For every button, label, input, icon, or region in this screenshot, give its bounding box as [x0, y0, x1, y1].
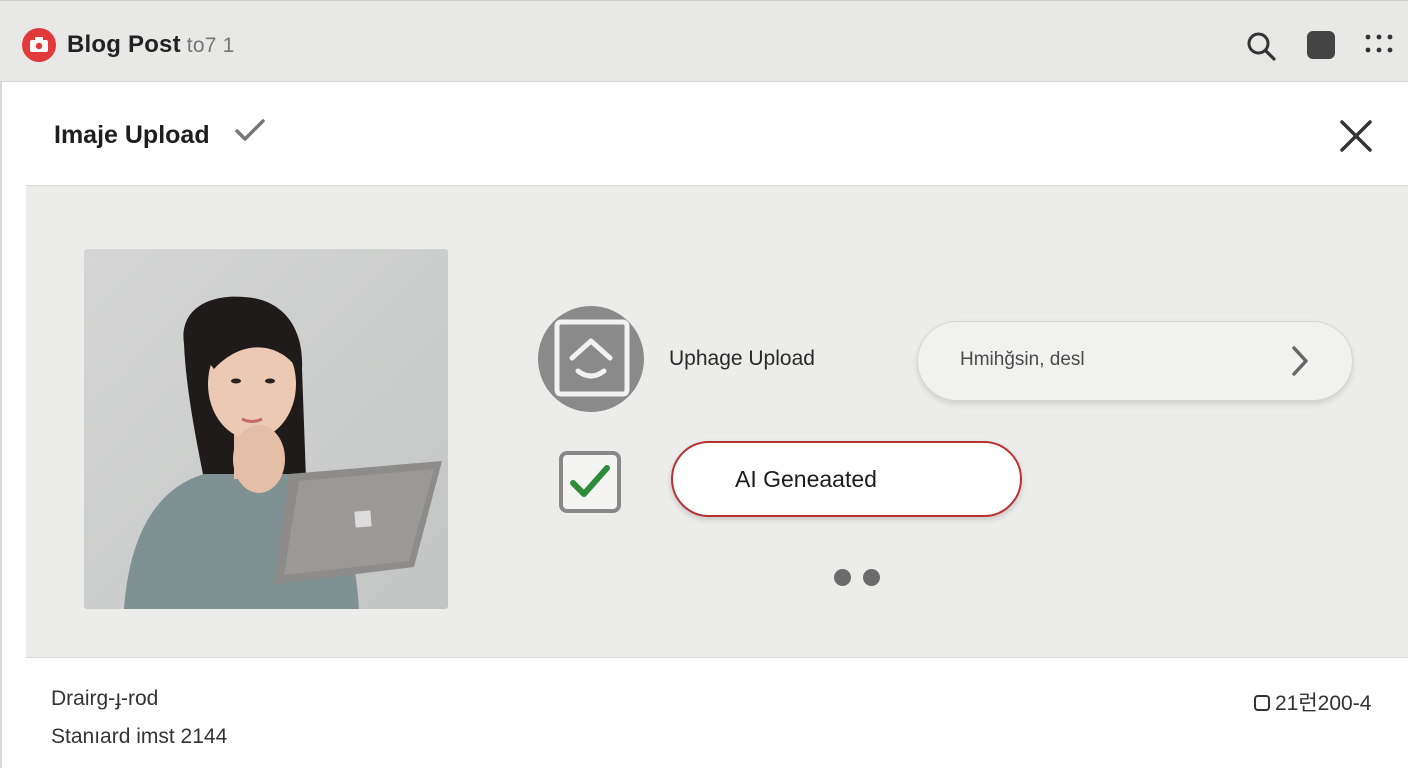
ai-generated-button[interactable]: AI Geneaated: [671, 441, 1022, 517]
pagination-dot[interactable]: [834, 569, 851, 586]
footer-line-1: Drairg-ɟ-rod: [51, 687, 159, 710]
app-title-text: Blog Post: [67, 31, 181, 58]
upload-icon: [554, 319, 630, 397]
search-icon[interactable]: [1245, 30, 1277, 62]
upload-label: Uphage Upload: [669, 347, 815, 370]
uploaded-photo: [84, 249, 448, 609]
ai-checkbox[interactable]: [559, 451, 621, 513]
grid-icon[interactable]: [1364, 32, 1394, 56]
dialog-title: Imaje Upload: [54, 121, 210, 149]
top-bar: Blog Post to7 1: [0, 0, 1408, 82]
upload-dialog: Imaje Upload Uphage Upload Hmihğsin, des…: [0, 82, 1408, 768]
ai-generated-label: AI Geneaated: [735, 466, 877, 492]
check-icon: [235, 119, 265, 141]
camera-icon[interactable]: [22, 28, 56, 62]
square-icon[interactable]: [1307, 31, 1335, 59]
name-input[interactable]: Hmihğsin, desl: [917, 321, 1353, 401]
app-title: Blog Post to7 1: [67, 31, 235, 59]
close-icon[interactable]: [1336, 116, 1376, 156]
footer-line-2: Stanıard imst 2144: [51, 725, 228, 748]
upload-content: Uphage Upload Hmihğsin, desl AI Geneaate…: [26, 185, 1408, 658]
footer-right-text: 21런200-4: [1275, 692, 1372, 715]
app-title-suffix: to7 1: [186, 34, 235, 57]
chevron-right-icon[interactable]: [1284, 344, 1314, 378]
document-icon: [1254, 695, 1270, 711]
checkmark-icon: [570, 465, 610, 497]
pagination-dot[interactable]: [863, 569, 880, 586]
name-input-value: Hmihğsin, desl: [960, 349, 1085, 370]
upload-button[interactable]: [538, 306, 644, 412]
photo-illustration: [124, 296, 442, 609]
footer-meta: 21런200-4: [1254, 687, 1371, 717]
